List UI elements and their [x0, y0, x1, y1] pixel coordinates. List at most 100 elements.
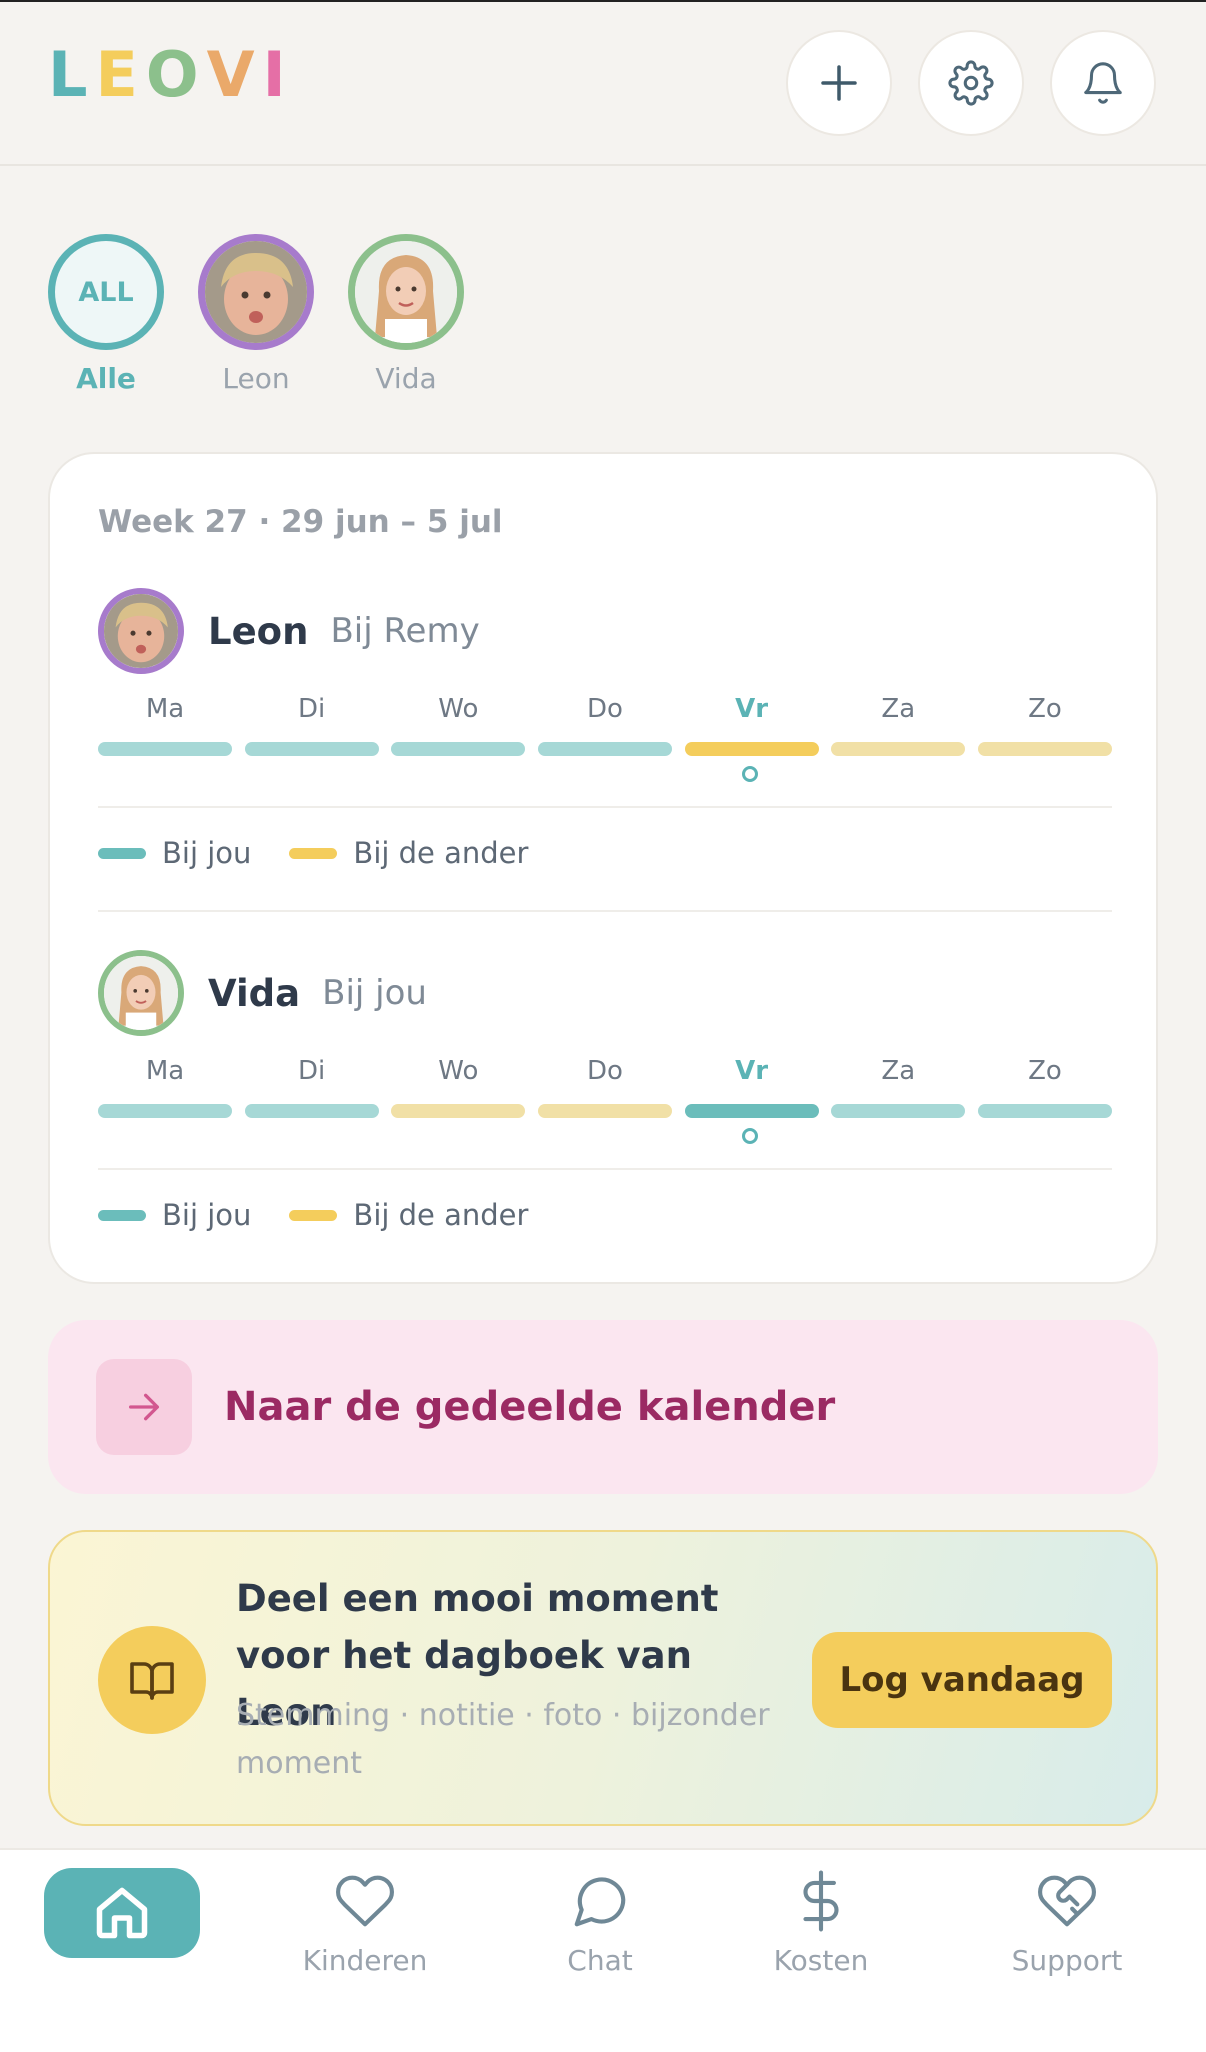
avatar — [98, 950, 184, 1036]
avatar-leon — [198, 234, 314, 350]
day-label: Ma — [145, 694, 185, 724]
log-today-button[interactable]: Log vandaag — [812, 1632, 1112, 1728]
custody-bar-jou — [977, 1104, 1112, 1118]
legend-other: Bij de ander — [289, 1198, 528, 1232]
book-icon-circle — [98, 1626, 206, 1734]
day-label: Wo — [438, 694, 479, 724]
day-label: Ma — [145, 1056, 185, 1086]
nav-kinderen[interactable]: Kinderen — [275, 1870, 455, 1977]
bottom-nav: Kinderen Chat Kosten Support — [0, 1848, 1206, 2052]
custody-bar-jou — [391, 742, 526, 756]
legend-swatch — [98, 1209, 146, 1221]
custody-bar-ander — [391, 1104, 526, 1118]
diary-card: Deel een mooi moment voor het dagboek va… — [48, 1530, 1158, 1826]
custody-bars-vida — [98, 1104, 1112, 1118]
day-label-today: Vr — [735, 1056, 769, 1086]
day-labels-vida: Ma Di Wo Do Vr Za Zo — [98, 1056, 1112, 1086]
today-marker — [742, 766, 758, 782]
custody-bar-jou — [244, 742, 379, 756]
book-icon — [130, 1662, 174, 1700]
gear-icon — [948, 60, 994, 106]
divider — [98, 806, 1112, 808]
week-label: Week 27 · 29 jun – 5 jul — [98, 504, 503, 540]
day-label-today: Vr — [735, 694, 769, 724]
header: LEOVI — [0, 2, 1206, 166]
child-photo-vida — [104, 956, 178, 1030]
custody-bar-jou — [831, 1104, 966, 1118]
day-label: Di — [298, 694, 326, 724]
custody-bar-jou — [684, 1104, 819, 1118]
legend-mine: Bij jou — [98, 836, 251, 870]
arrow-right-icon — [129, 1393, 159, 1421]
day-label: Wo — [438, 1056, 479, 1086]
diary-subtitle: Stemming · notitie · foto · bijzonder mo… — [236, 1698, 770, 1781]
shared-calendar-link[interactable]: Naar de gedeelde kalender — [48, 1320, 1158, 1494]
nav-chat[interactable]: Chat — [510, 1870, 690, 1977]
legend-label: Bij de ander — [353, 1198, 529, 1232]
add-button[interactable] — [786, 30, 892, 136]
week-overview-card: Week 27 · 29 jun – 5 jul Leon Bij Remy M… — [48, 452, 1158, 1284]
nav-kosten[interactable]: Kosten — [731, 1870, 911, 1977]
filter-vida[interactable]: Vida — [348, 234, 464, 395]
day-label: Di — [298, 1056, 326, 1086]
custody-bar-ander — [537, 1104, 672, 1118]
heart-icon — [336, 1875, 394, 1927]
filter-vida-label: Vida — [375, 362, 437, 395]
home-icon — [96, 1887, 148, 1939]
settings-button[interactable] — [918, 30, 1024, 136]
custody-bar-jou — [98, 1104, 232, 1118]
child-location: Bij jou — [322, 973, 427, 1013]
day-label: Do — [587, 1056, 623, 1086]
nav-label: Support — [1011, 1944, 1123, 1977]
child-row-vida[interactable]: Vida Bij jou — [98, 950, 427, 1036]
child-name: Leon — [208, 609, 309, 653]
legend: Bij jou Bij de ander — [98, 1198, 566, 1232]
child-photo-leon — [104, 594, 178, 668]
legend-label: Bij jou — [162, 1198, 252, 1232]
legend-other: Bij de ander — [289, 836, 528, 870]
legend: Bij jou Bij de ander — [98, 836, 566, 870]
day-label: Za — [881, 1056, 916, 1086]
child-location: Bij Remy — [330, 611, 480, 651]
legend-swatch — [289, 1209, 338, 1221]
filter-all[interactable]: ALL Alle — [48, 234, 164, 395]
nav-label: Kinderen — [302, 1944, 428, 1977]
filter-all-label: Alle — [76, 362, 136, 395]
nav-support[interactable]: Support — [977, 1870, 1157, 1977]
legend-mine: Bij jou — [98, 1198, 251, 1232]
custody-bar-jou — [98, 742, 232, 756]
day-labels-leon: Ma Di Wo Do Vr Za Zo — [98, 694, 1112, 724]
all-badge: ALL — [48, 234, 164, 350]
avatar — [98, 588, 184, 674]
shared-calendar-label: Naar de gedeelde kalender — [224, 1384, 836, 1430]
dollar-icon — [803, 1870, 839, 1932]
day-label: Za — [881, 694, 916, 724]
logo-letter: O — [145, 38, 207, 111]
custody-bar-ander — [977, 742, 1112, 756]
custody-bar-jou — [244, 1104, 379, 1118]
notifications-button[interactable] — [1050, 30, 1156, 136]
today-marker — [742, 1128, 758, 1144]
child-photo-leon — [205, 241, 307, 343]
custody-bar-jou — [537, 742, 672, 756]
avatar-vida — [348, 234, 464, 350]
nav-home[interactable] — [44, 1868, 200, 1958]
logo-letter: V — [206, 38, 263, 111]
day-label: Zo — [1028, 694, 1062, 724]
logo-letter: E — [95, 38, 146, 111]
child-photo-vida — [355, 241, 457, 343]
day-label: Do — [587, 694, 623, 724]
nav-label: Chat — [567, 1944, 633, 1977]
heart-handshake-icon — [1038, 1875, 1096, 1927]
divider — [98, 1168, 1112, 1170]
all-badge-label: ALL — [78, 276, 134, 308]
child-row-leon[interactable]: Leon Bij Remy — [98, 588, 480, 674]
legend-swatch — [289, 847, 338, 859]
day-label: Zo — [1028, 1056, 1062, 1086]
nav-label: Kosten — [773, 1944, 869, 1977]
legend-label: Bij jou — [162, 836, 252, 870]
filter-leon[interactable]: Leon — [198, 234, 314, 395]
bell-icon — [1084, 62, 1122, 104]
chat-icon — [574, 1877, 626, 1927]
arrow-box — [96, 1359, 192, 1455]
